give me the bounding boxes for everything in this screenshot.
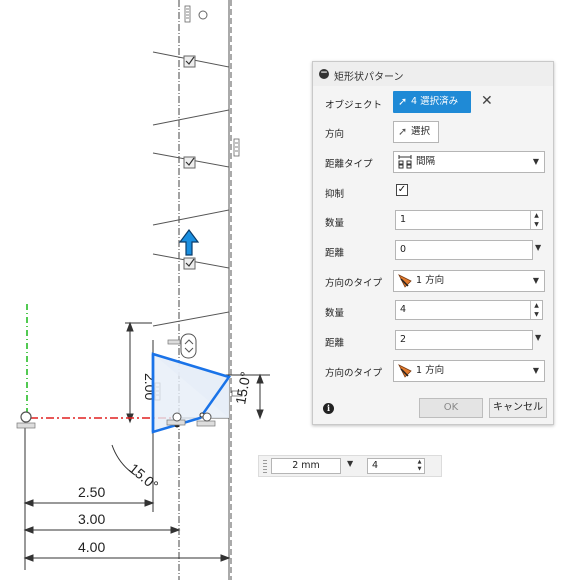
distance-value-2: 2 xyxy=(400,334,407,345)
direction-select-text: 選択 xyxy=(411,126,431,137)
constraint-icon xyxy=(167,333,197,359)
rectangular-pattern-dialog: − 矩形状パターン オブジェクト ➚ 4 選択済み ✕ 方向 ➚ 選択 距離タイ… xyxy=(312,61,554,425)
grip-handle[interactable] xyxy=(263,460,267,473)
quantity-row-2: 数量 4 ▲ ▼ xyxy=(313,297,553,325)
distance-input-1[interactable]: 0 xyxy=(395,240,533,260)
cancel-button[interactable]: キャンセル xyxy=(489,398,547,418)
quantity-label-1: 数量 xyxy=(325,218,345,229)
direction-type-label-2: 方向のタイプ xyxy=(325,368,383,379)
spacing-icon xyxy=(398,155,412,169)
quantity-stepper-2[interactable]: ▲ ▼ xyxy=(530,301,542,319)
direction-select-button[interactable]: ➚ 選択 xyxy=(393,121,439,143)
distance-type-label: 距離タイプ xyxy=(325,159,373,170)
quantity-value-1: 1 xyxy=(400,214,407,225)
quantity-input-1[interactable]: 1 ▲ ▼ xyxy=(395,210,543,230)
selected-profile[interactable] xyxy=(151,352,232,434)
chevron-down-icon[interactable]: ▼ xyxy=(535,243,541,252)
suppress-row: 抑制 ✓ xyxy=(313,178,553,206)
dim-4-00[interactable]: 4.00 xyxy=(78,539,105,555)
cursor-icon: ➚ xyxy=(398,125,408,138)
distance-input-2[interactable]: 2 xyxy=(395,330,533,350)
distance-type-dropdown[interactable]: 間隔 ▼ xyxy=(393,151,545,173)
pattern-input-bar: 2 mm ▼ 4 ▲ ▼ xyxy=(258,455,442,477)
collapse-icon[interactable]: − xyxy=(319,69,329,79)
direction-type-row-1: 方向のタイプ 1 方向 ▼ xyxy=(313,267,553,295)
suppress-checkbox[interactable]: ✓ xyxy=(396,184,408,196)
direction-type-dropdown-2[interactable]: 1 方向 ▼ xyxy=(393,360,545,382)
distance-value-1: 0 xyxy=(400,244,407,255)
direction-type-dropdown-1[interactable]: 1 方向 ▼ xyxy=(393,270,545,292)
direction-type-value-2: 1 方向 xyxy=(416,365,445,376)
direction-label: 方向 xyxy=(325,129,345,140)
ok-button[interactable]: OK xyxy=(419,398,483,418)
count-stepper[interactable]: ▲ ▼ xyxy=(415,459,424,473)
dim-2-50[interactable]: 2.50 xyxy=(78,484,105,500)
construction-lines xyxy=(24,0,232,580)
objects-select-button[interactable]: ➚ 4 選択済み xyxy=(393,91,471,113)
move-arrow-icon[interactable] xyxy=(178,229,200,256)
close-icon[interactable]: ✕ xyxy=(481,93,493,109)
quantity-label-2: 数量 xyxy=(325,308,345,319)
dialog-header[interactable]: − 矩形状パターン xyxy=(313,62,553,86)
direction-type-row-2: 方向のタイプ 1 方向 ▼ xyxy=(313,357,553,385)
dialog-title: 矩形状パターン xyxy=(334,72,404,83)
distance-type-value: 間隔 xyxy=(416,156,436,167)
distance-row-2: 距離 2 ▼ xyxy=(313,327,553,355)
coincident-icon xyxy=(198,10,208,20)
distance-label-1: 距離 xyxy=(325,248,345,259)
distance-type-row: 距離タイプ 間隔 ▼ xyxy=(313,148,553,176)
dim-3-00[interactable]: 3.00 xyxy=(78,511,105,527)
chevron-down-icon: ▼ xyxy=(532,366,539,375)
chevron-down-icon[interactable]: ▼ xyxy=(535,333,541,342)
dimensions xyxy=(23,321,270,562)
distance-label-2: 距離 xyxy=(325,338,345,349)
quantity-row-1: 数量 1 ▲ ▼ xyxy=(313,207,553,235)
direction-icon xyxy=(398,364,412,378)
spacing-input[interactable]: 2 mm xyxy=(271,458,341,474)
objects-label: オブジェクト xyxy=(325,100,383,111)
direction-row: 方向 ➚ 選択 xyxy=(313,118,553,146)
chevron-down-icon: ▼ xyxy=(532,276,539,285)
objects-row: オブジェクト ➚ 4 選択済み ✕ xyxy=(313,89,553,117)
direction-type-value-1: 1 方向 xyxy=(416,275,445,286)
quantity-value-2: 4 xyxy=(400,304,407,315)
quantity-stepper-1[interactable]: ▲ ▼ xyxy=(530,211,542,229)
dim-angle-15-left[interactable]: 15.0° xyxy=(126,460,161,493)
direction-icon xyxy=(398,274,412,288)
quantity-input-2[interactable]: 4 ▲ ▼ xyxy=(395,300,543,320)
suppress-label: 抑制 xyxy=(325,189,345,200)
chevron-down-icon[interactable]: ▼ xyxy=(347,459,353,468)
info-icon[interactable]: i xyxy=(323,403,334,414)
dim-angle-15-right[interactable]: 15.0° xyxy=(232,370,253,405)
cursor-icon: ➚ xyxy=(398,95,408,108)
chevron-down-icon: ▼ xyxy=(532,157,539,166)
pattern-instances xyxy=(152,51,230,327)
direction-type-label-1: 方向のタイプ xyxy=(325,278,383,289)
objects-select-text: 4 選択済み xyxy=(411,96,459,107)
distance-row-1: 距離 0 ▼ xyxy=(313,237,553,265)
